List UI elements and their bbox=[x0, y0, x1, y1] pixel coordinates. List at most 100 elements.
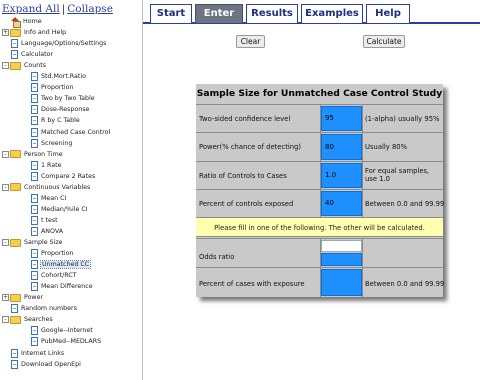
collapse-toggle-icon[interactable]: - bbox=[2, 183, 9, 191]
collapse-toggle-icon[interactable]: - bbox=[2, 239, 9, 246]
page-icon bbox=[31, 193, 38, 203]
tree-item[interactable]: Language/Options/Settings bbox=[11, 38, 106, 49]
confidence-level-input[interactable]: 95 bbox=[321, 106, 362, 131]
page-icon bbox=[31, 337, 38, 347]
page-icon bbox=[11, 39, 18, 49]
folder-icon bbox=[10, 28, 21, 37]
tree-item[interactable]: Calculator bbox=[11, 49, 53, 60]
page-icon bbox=[31, 160, 38, 170]
tree-item-label: Mean CI bbox=[41, 194, 67, 202]
form-title: Sample Size for Unmatched Case Control S… bbox=[196, 88, 443, 99]
collapse-toggle-icon[interactable]: - bbox=[2, 62, 9, 70]
percent-controls-exposed-note: Between 0.0 and 99.99 bbox=[365, 200, 445, 208]
tree-item-label: Mean Difference bbox=[41, 283, 93, 291]
tree-item-label: t test bbox=[41, 216, 58, 224]
tree-item[interactable]: + Power bbox=[2, 292, 43, 303]
tree-item[interactable]: 1 Rate bbox=[31, 160, 61, 171]
tree-item-label: Searches bbox=[24, 316, 53, 324]
tree-item-label: Download OpenEpi bbox=[21, 360, 81, 368]
tree-item[interactable]: Matched Case Control bbox=[31, 127, 110, 138]
tree-item[interactable]: Cohort/RCT bbox=[31, 270, 77, 281]
tree-item[interactable]: Home bbox=[11, 16, 42, 28]
power-note: Usually 80% bbox=[365, 143, 408, 151]
tree-item-label: Info and Help bbox=[24, 29, 67, 37]
navigation-tree: Expand All | Collapse Home + Info and Help La… bbox=[0, 0, 143, 380]
calculate-button[interactable]: Calculate bbox=[363, 35, 405, 48]
tree-item[interactable]: Median/%ile CI bbox=[31, 204, 88, 215]
power-input[interactable]: 80 bbox=[321, 134, 362, 160]
tree-item[interactable]: Unmatched CC bbox=[31, 259, 92, 270]
tree-item[interactable]: PubMed--MEDLARS bbox=[31, 336, 101, 347]
tree-item-label: Screening bbox=[41, 139, 73, 147]
tree-item-label: PubMed--MEDLARS bbox=[41, 338, 102, 346]
tree-item-label: Internet Links bbox=[21, 349, 65, 357]
expand-toggle-icon[interactable]: + bbox=[2, 29, 9, 37]
tree-item[interactable]: Internet Links bbox=[11, 348, 64, 359]
page-icon bbox=[31, 127, 38, 137]
tree-item-label: Dose-Response bbox=[41, 106, 90, 114]
tree-item[interactable]: Dose-Response bbox=[31, 104, 89, 115]
ratio-controls-input[interactable]: 1.0 bbox=[321, 163, 362, 188]
page-icon bbox=[31, 326, 38, 336]
tree-item-label: Language/Options/Settings bbox=[21, 40, 107, 48]
tree-item[interactable]: ANOVA bbox=[31, 226, 63, 237]
page-icon bbox=[31, 138, 38, 148]
sample-size-form: Sample Size for Unmatched Case Control S… bbox=[196, 84, 445, 297]
tree-item[interactable]: Mean Difference bbox=[31, 281, 93, 292]
page-icon bbox=[31, 171, 38, 181]
page-icon bbox=[31, 83, 38, 93]
odds-ratio-input[interactable] bbox=[321, 240, 362, 252]
tree-item[interactable]: R by C Table bbox=[31, 115, 80, 126]
tree-item-label: Proportion bbox=[41, 250, 74, 258]
page-icon bbox=[31, 282, 38, 292]
collapse-toggle-icon[interactable]: - bbox=[2, 150, 9, 158]
tab-help[interactable]: Help bbox=[366, 4, 410, 23]
tree-item[interactable]: Screening bbox=[31, 138, 72, 149]
confidence-level-label: Two-sided confidence level bbox=[199, 115, 291, 123]
collapse-toggle-icon[interactable]: - bbox=[2, 316, 9, 324]
tree-item-label: Unmatched CC bbox=[39, 260, 92, 270]
tree-item[interactable]: Mean CI bbox=[31, 193, 66, 204]
tree-item-label: Counts bbox=[24, 62, 46, 70]
tree-item[interactable]: - Person Time bbox=[2, 149, 63, 160]
expand-all-link[interactable]: Expand All bbox=[2, 3, 60, 15]
tab-start[interactable]: Start bbox=[150, 4, 192, 23]
folder-icon bbox=[10, 315, 21, 324]
tree-item[interactable]: Proportion bbox=[31, 82, 74, 93]
tree-item[interactable]: - Sample Size bbox=[2, 237, 63, 248]
tree-item[interactable]: - Continuous Variables bbox=[2, 182, 90, 193]
percent-cases-exposure-input[interactable] bbox=[321, 269, 362, 296]
tab-enter[interactable]: Enter bbox=[195, 4, 243, 23]
ratio-controls-label: Ratio of Controls to Cases bbox=[199, 172, 287, 180]
tree-item-label: Compare 2 Rates bbox=[41, 172, 96, 180]
page-icon bbox=[31, 116, 38, 126]
clear-button[interactable]: Clear bbox=[236, 35, 265, 48]
percent-controls-exposed-input[interactable]: 40 bbox=[321, 191, 362, 216]
page-icon bbox=[31, 249, 38, 259]
page-icon bbox=[11, 359, 18, 369]
instruction-banner: Please fill in one of the following. The… bbox=[196, 217, 443, 237]
tree-item[interactable]: Std.Mort.Ratio bbox=[31, 71, 86, 82]
tree-item-label: Std.Mort.Ratio bbox=[41, 73, 86, 81]
tab-results[interactable]: Results bbox=[246, 4, 298, 23]
tree-item[interactable]: t test bbox=[31, 215, 58, 226]
tree-item[interactable]: Compare 2 Rates bbox=[31, 171, 95, 182]
tree-item[interactable]: - Counts bbox=[2, 60, 46, 71]
tree-item[interactable]: Random numbers bbox=[11, 303, 77, 314]
tree-item[interactable]: - Searches bbox=[2, 314, 53, 325]
collapse-link[interactable]: Collapse bbox=[67, 3, 113, 15]
tree-item-label: Random numbers bbox=[21, 305, 77, 313]
page-icon bbox=[11, 50, 18, 60]
tree-item[interactable]: Two by Two Table bbox=[31, 93, 95, 104]
expand-toggle-icon[interactable]: + bbox=[2, 294, 9, 302]
percent-cases-exposure-note: Between 0.0 and 99.99 bbox=[365, 280, 445, 288]
tree-item-label: 1 Rate bbox=[41, 161, 62, 169]
tree-item[interactable]: Google--Internet bbox=[31, 325, 93, 336]
tab-examples[interactable]: Examples bbox=[301, 4, 363, 23]
tree-item[interactable]: + Info and Help bbox=[2, 27, 66, 38]
tree-item[interactable]: Proportion bbox=[31, 248, 74, 259]
folder-icon bbox=[10, 150, 21, 159]
tree-item-label: Proportion bbox=[41, 84, 74, 92]
tree-item[interactable]: Download OpenEpi bbox=[11, 359, 81, 370]
tree-item-label: Google--Internet bbox=[41, 327, 93, 335]
